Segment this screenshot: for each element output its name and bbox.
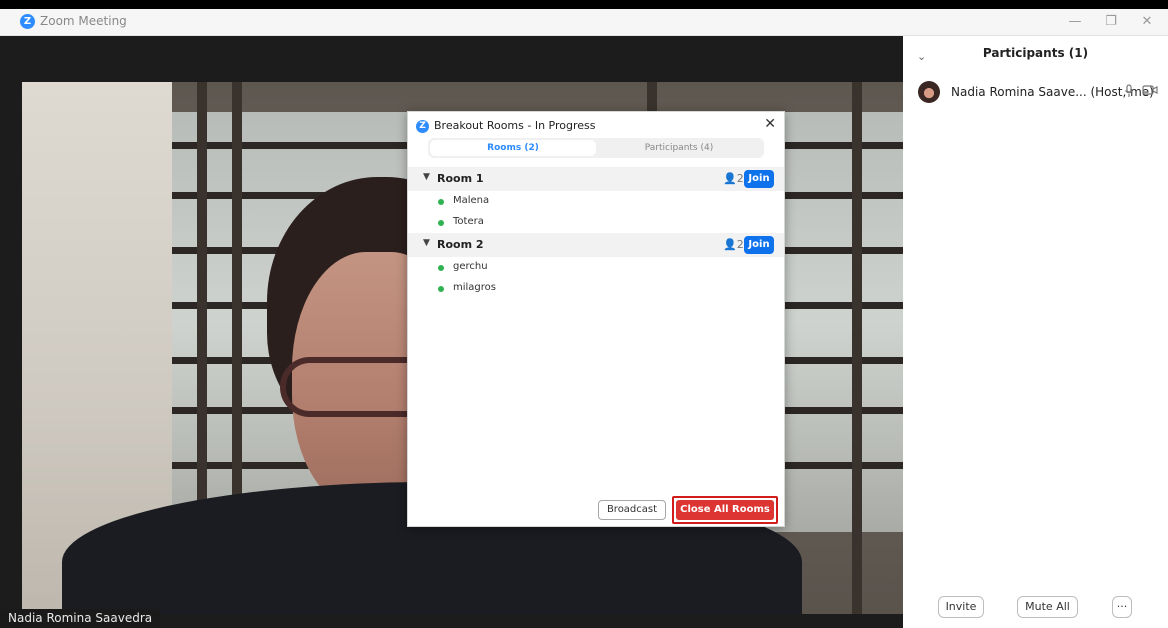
member-name: gerchu bbox=[453, 261, 488, 272]
tab-participants[interactable]: Participants (4) bbox=[596, 140, 762, 156]
participant-row[interactable]: Nadia Romina Saave... (Host, me) bbox=[903, 78, 1168, 106]
app-title: Zoom Meeting bbox=[40, 14, 127, 28]
list-item: Totera bbox=[408, 213, 784, 233]
close-window-icon[interactable]: ✕ bbox=[1134, 12, 1160, 32]
participant-name-text: Nadia Romina Saave... bbox=[951, 85, 1087, 99]
zoom-window: Z Zoom Meeting — ❐ ✕ Nadia Romina Saaved… bbox=[0, 0, 1168, 628]
minimize-icon[interactable]: — bbox=[1062, 12, 1088, 32]
person-icon: 👤 bbox=[723, 172, 737, 185]
room-count-value: 2 bbox=[736, 172, 744, 185]
room-count-value: 2 bbox=[736, 238, 744, 251]
online-status-icon bbox=[438, 286, 444, 292]
camera-icon[interactable] bbox=[1142, 84, 1158, 98]
panel-title: Participants (1) bbox=[982, 46, 1089, 60]
join-button[interactable]: Join bbox=[744, 236, 774, 254]
title-bar: Z Zoom Meeting — ❐ ✕ bbox=[0, 9, 1168, 36]
member-name: milagros bbox=[453, 282, 496, 293]
online-status-icon bbox=[438, 220, 444, 226]
dialog-title: Breakout Rooms - In Progress bbox=[434, 119, 596, 132]
speaker-name-label: Nadia Romina Saavedra bbox=[0, 609, 161, 628]
list-item: gerchu bbox=[408, 258, 784, 278]
camera-icon-graphic bbox=[1142, 85, 1158, 95]
invite-button[interactable]: Invite bbox=[938, 596, 984, 618]
window-bar bbox=[852, 82, 862, 614]
member-name: Malena bbox=[453, 195, 490, 206]
online-status-icon bbox=[438, 199, 444, 205]
room-name: Room 2 bbox=[437, 238, 484, 251]
mute-all-button[interactable]: Mute All bbox=[1017, 596, 1078, 618]
avatar bbox=[918, 81, 940, 103]
room-member-count: 👤2 bbox=[723, 238, 744, 251]
zoom-logo-icon: Z bbox=[20, 14, 35, 29]
close-all-rooms-button[interactable]: Close All Rooms bbox=[676, 500, 774, 520]
restore-icon[interactable]: ❐ bbox=[1098, 12, 1124, 32]
caret-down-icon[interactable]: ▼ bbox=[423, 238, 430, 248]
online-status-icon bbox=[438, 265, 444, 271]
caret-down-icon[interactable]: ▼ bbox=[423, 172, 430, 182]
person-icon: 👤 bbox=[723, 238, 737, 251]
join-button[interactable]: Join bbox=[744, 170, 774, 188]
tab-rooms[interactable]: Rooms (2) bbox=[430, 140, 596, 156]
close-icon[interactable]: ✕ bbox=[764, 116, 776, 132]
room-member-count: 👤2 bbox=[723, 172, 744, 185]
member-name: Totera bbox=[453, 216, 484, 227]
more-options-button[interactable]: ··· bbox=[1112, 596, 1132, 618]
list-item: milagros bbox=[408, 279, 784, 299]
room-row-1[interactable]: ▼ Room 1 👤2 Join bbox=[408, 167, 784, 191]
screen-top-strip bbox=[0, 0, 1168, 9]
participants-panel: ⌄ Participants (1) Nadia Romina Saave...… bbox=[903, 36, 1168, 628]
list-item: Malena bbox=[408, 192, 784, 212]
broadcast-button[interactable]: Broadcast bbox=[598, 500, 666, 520]
dialog-tabs: Rooms (2) Participants (4) bbox=[428, 138, 764, 158]
room-name: Room 1 bbox=[437, 172, 484, 185]
zoom-logo-icon: Z bbox=[416, 120, 429, 133]
mic-icon[interactable] bbox=[1124, 84, 1136, 98]
room-row-2[interactable]: ▼ Room 2 👤2 Join bbox=[408, 233, 784, 257]
mic-icon-graphic bbox=[1125, 84, 1133, 97]
breakout-rooms-dialog: Z Breakout Rooms - In Progress ✕ Rooms (… bbox=[407, 111, 785, 527]
